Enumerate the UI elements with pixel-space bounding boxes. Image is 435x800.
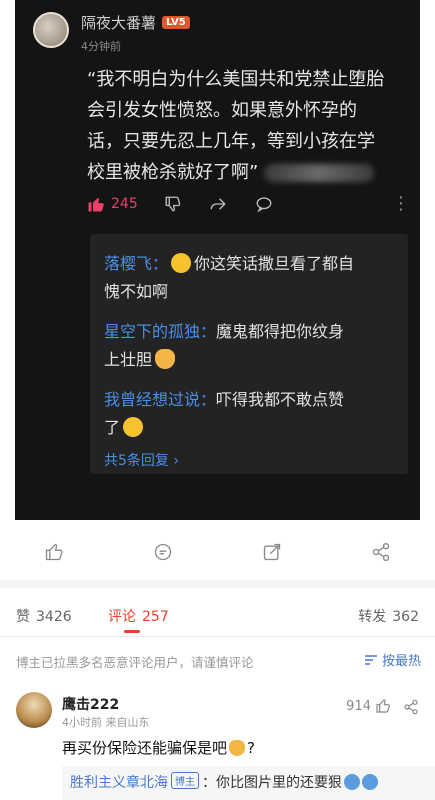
blurred-text: [264, 164, 375, 182]
list-item: 星空下的孤独：魔鬼都得把你纹身 上壮胆: [104, 322, 345, 369]
comment-like-count: 914: [346, 698, 371, 714]
commenter-avatar[interactable]: [16, 692, 52, 728]
commenter-name[interactable]: 鹰击222: [62, 694, 119, 714]
share-arrow-icon: [210, 197, 226, 210]
author-name: 隔夜大番薯: [81, 14, 157, 32]
share-icon[interactable]: [371, 542, 391, 562]
list-item: 落樱飞： 你这笑话撒旦看了都自 愧不如啊: [104, 253, 355, 301]
active-tab-indicator: [124, 630, 140, 633]
cat-emoji-icon: [229, 740, 246, 756]
like-icon[interactable]: [44, 542, 64, 562]
forward-icon[interactable]: [262, 542, 282, 562]
comment-meta: 4小时前 来自山东: [62, 716, 150, 729]
comment-text: 再买份保险还能骗保是吧?: [62, 739, 255, 757]
cat-emoji-icon: [155, 349, 176, 369]
quote-text: “我不明白为什么美国共和党禁止堕胎 会引发女性愤怒。如果意外怀孕的 话，只要先忍…: [87, 69, 385, 183]
divider: [0, 636, 435, 637]
sort-icon: [364, 654, 377, 665]
sub-reply-author[interactable]: 胜利主义章北海: [70, 775, 168, 791]
post-time: 4分钟前: [81, 40, 121, 53]
face-emoji-icon: [344, 774, 360, 790]
level-badge: LV5: [162, 16, 190, 29]
tab-comments[interactable]: 评论 257: [108, 606, 169, 626]
more-replies-link: 共5条回复 ›: [104, 453, 179, 469]
sort-button[interactable]: 按最热: [364, 650, 421, 669]
like-button: 245: [87, 195, 138, 213]
sub-reply-text: ：你比图片里的还要狠: [202, 775, 342, 791]
moderation-notice: 博主已拉黑多名恶意评论用户，请谨慎评论: [16, 655, 254, 670]
sub-reply[interactable]: 胜利主义章北海 博主 ：你比图片里的还要狠: [62, 766, 435, 800]
laugh-emoji-icon: [171, 253, 192, 273]
avatar: [33, 12, 69, 48]
tab-reposts[interactable]: 转发 362: [358, 606, 419, 626]
thumbs-up-icon: [88, 197, 104, 211]
embedded-screenshot: 隔夜大番薯 LV5 4分钟前 “我不明白为什么美国共和党禁止堕胎 会引发女性愤怒…: [15, 0, 420, 520]
comment-bubble-icon: [256, 196, 272, 213]
face-emoji-icon: [362, 774, 378, 790]
comment-share-icon[interactable]: [403, 699, 419, 715]
reply-list: 落樱飞： 你这笑话撒旦看了都自 愧不如啊 星空下的孤独：魔鬼都得把你纹身 上壮胆 …: [90, 234, 408, 474]
laugh-cry-emoji-icon: [123, 417, 144, 437]
list-item: 我曾经想过说：吓得我都不敢点赞 了: [104, 390, 345, 437]
stats-tabs: 赞 3426 评论 257 转发 362: [0, 600, 435, 634]
thumbs-up-icon: [376, 699, 390, 713]
shot-header: 隔夜大番薯 LV5 4分钟前: [33, 12, 190, 54]
post-action-bar: [0, 530, 435, 574]
section-divider: [0, 580, 435, 588]
tab-likes[interactable]: 赞 3426: [16, 606, 72, 626]
comment-icon[interactable]: [153, 542, 173, 562]
more-icon: ⋮: [392, 193, 410, 214]
thumbs-down-icon: [165, 196, 180, 211]
comment-like-button[interactable]: 914: [346, 698, 391, 714]
author-badge: 博主: [171, 772, 199, 789]
shot-action-row: 245 ⋮: [87, 193, 410, 214]
like-count: 245: [111, 195, 138, 212]
